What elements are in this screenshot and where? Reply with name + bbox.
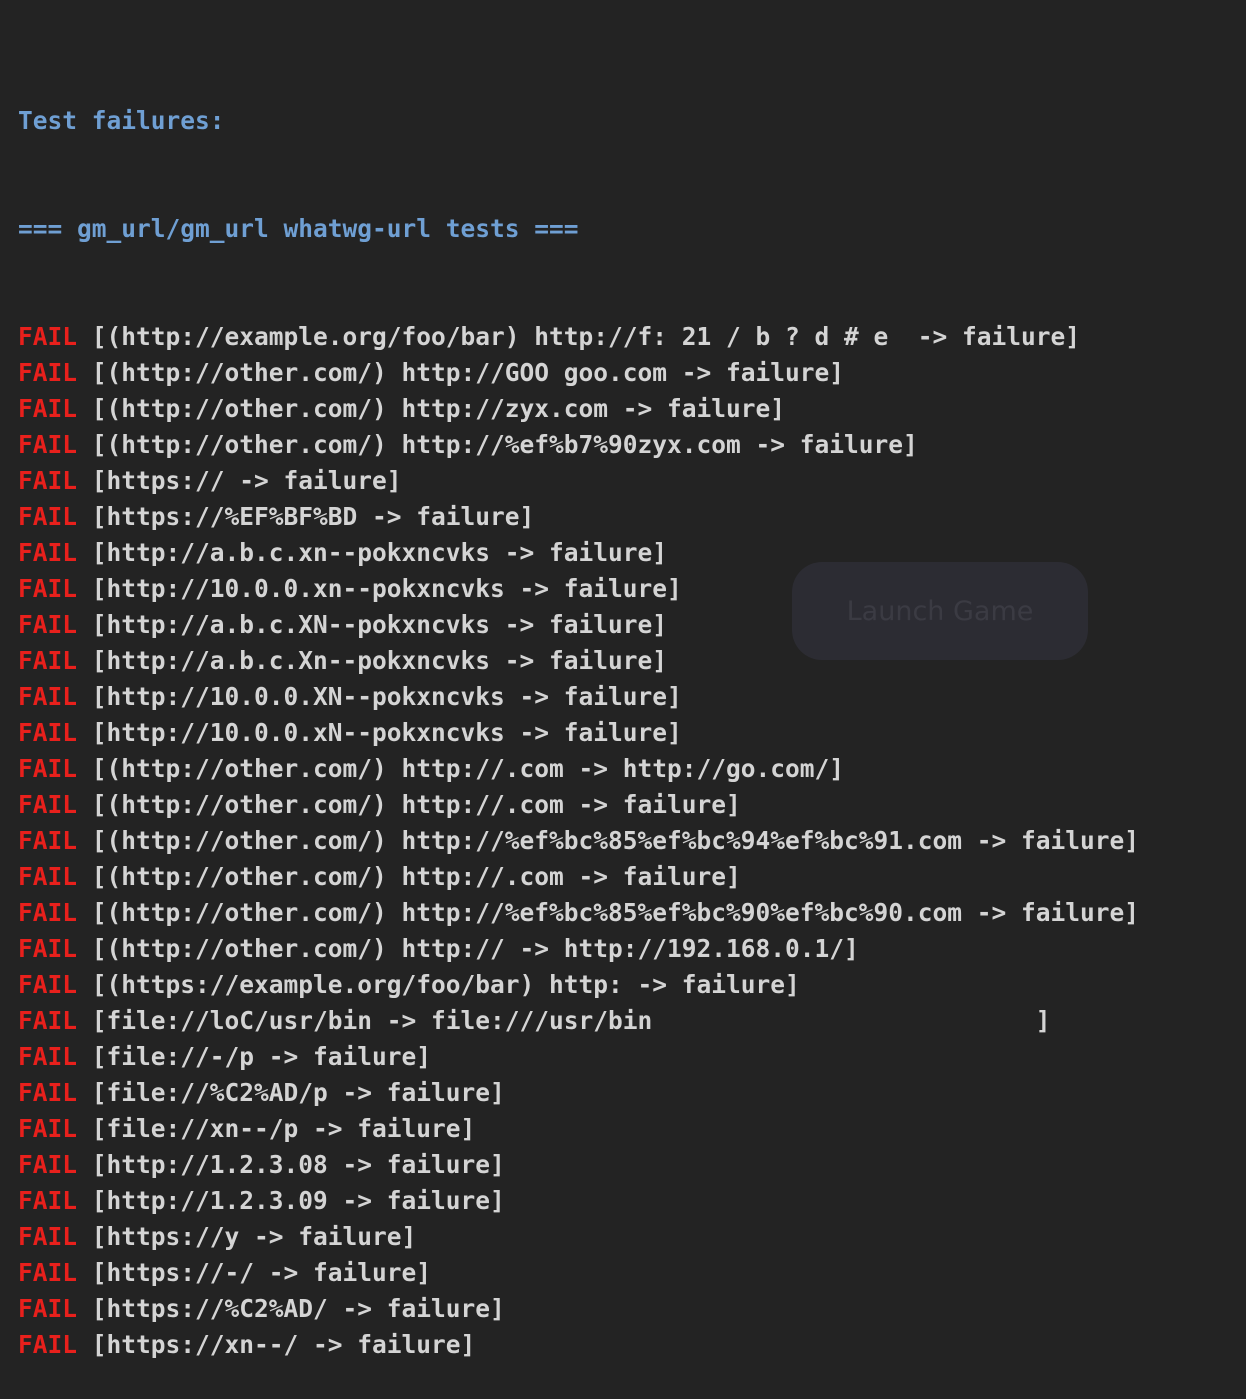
failure-message: [http://1.2.3.08 -> failure] [91, 1150, 505, 1179]
failure-message: [file://loC/usr/bin -> file:///usr/bin ] [91, 1006, 1051, 1035]
failure-list: FAIL [(http://example.org/foo/bar) http:… [18, 319, 1246, 1363]
fail-label: FAIL [18, 1006, 78, 1035]
failure-message: [http://a.b.c.XN--pokxncvks -> failure] [91, 610, 668, 639]
failure-line: FAIL [http://1.2.3.09 -> failure] [18, 1183, 1246, 1219]
failure-message: [(http://other.com/) http://%ef%bc%85%ef… [91, 898, 1140, 927]
failure-message: [https://y -> failure] [91, 1222, 417, 1251]
fail-label: FAIL [18, 538, 78, 567]
failure-line: FAIL [https://%EF%BF%BD -> failure] [18, 499, 1246, 535]
fail-label: FAIL [18, 574, 78, 603]
failure-message: [https://xn--/ -> failure] [91, 1330, 476, 1359]
failure-line: FAIL [(http://other.com/) http:// -> htt… [18, 931, 1246, 967]
failure-line: FAIL [https://%C2%AD/ -> failure] [18, 1291, 1246, 1327]
fail-label: FAIL [18, 646, 78, 675]
failure-line: FAIL [file://loC/usr/bin -> file:///usr/… [18, 1003, 1246, 1039]
fail-label: FAIL [18, 790, 78, 819]
failure-message: [(http://other.com/) http://%ef%bc%85%ef… [91, 826, 1140, 855]
fail-label: FAIL [18, 1330, 78, 1359]
failure-message: [(http://other.com/) http:// -> http://1… [91, 934, 859, 963]
fail-label: FAIL [18, 862, 78, 891]
failure-line: FAIL [(http://other.com/) http://zyx.com… [18, 391, 1246, 427]
fail-label: FAIL [18, 502, 78, 531]
fail-label: FAIL [18, 826, 78, 855]
fail-label: FAIL [18, 1186, 78, 1215]
failure-line: FAIL [http://a.b.c.Xn--pokxncvks -> fail… [18, 643, 1246, 679]
fail-label: FAIL [18, 394, 78, 423]
failure-message: [(https://example.org/foo/bar) http: -> … [91, 970, 800, 999]
terminal-output: Test failures: === gm_url/gm_url whatwg-… [18, 31, 1246, 1399]
failure-line: FAIL [https://-/ -> failure] [18, 1255, 1246, 1291]
fail-label: FAIL [18, 970, 78, 999]
fail-label: FAIL [18, 322, 78, 351]
failure-line: FAIL [file://-/p -> failure] [18, 1039, 1246, 1075]
failure-line: FAIL [https:// -> failure] [18, 463, 1246, 499]
fail-label: FAIL [18, 898, 78, 927]
fail-label: FAIL [18, 682, 78, 711]
failure-message: [file://%C2%AD/p -> failure] [91, 1078, 505, 1107]
failure-line: FAIL [http://10.0.0.xn--pokxncvks -> fai… [18, 571, 1246, 607]
failure-line: FAIL [http://a.b.c.xn--pokxncvks -> fail… [18, 535, 1246, 571]
failure-line: FAIL [https://xn--/ -> failure] [18, 1327, 1246, 1363]
fail-label: FAIL [18, 754, 78, 783]
fail-label: FAIL [18, 358, 78, 387]
failure-line: FAIL [(http://other.com/) http://%ef%bc%… [18, 823, 1246, 859]
failure-line: FAIL [http://10.0.0.XN--pokxncvks -> fai… [18, 679, 1246, 715]
fail-label: FAIL [18, 610, 78, 639]
failure-line: FAIL [http://10.0.0.xN--pokxncvks -> fai… [18, 715, 1246, 751]
failure-message: [https:// -> failure] [91, 466, 402, 495]
failure-line: FAIL [(http://other.com/) http://.com ->… [18, 787, 1246, 823]
failure-message: [(http://other.com/) http://GOO goo.com … [91, 358, 845, 387]
failure-message: [http://10.0.0.xN--pokxncvks -> failure] [91, 718, 682, 747]
failure-message: [(http://other.com/) http://.com -> fail… [91, 862, 741, 891]
failure-line: FAIL [(http://other.com/) http://.com ->… [18, 751, 1246, 787]
failure-line: FAIL [http://1.2.3.08 -> failure] [18, 1147, 1246, 1183]
fail-label: FAIL [18, 1042, 78, 1071]
failure-line: FAIL [file://xn--/p -> failure] [18, 1111, 1246, 1147]
failure-message: [https://%C2%AD/ -> failure] [91, 1294, 505, 1323]
failure-line: FAIL [(http://example.org/foo/bar) http:… [18, 319, 1246, 355]
failure-line: FAIL [http://a.b.c.XN--pokxncvks -> fail… [18, 607, 1246, 643]
failure-line: FAIL [file://%C2%AD/p -> failure] [18, 1075, 1246, 1111]
fail-label: FAIL [18, 1294, 78, 1323]
failure-message: [https://%EF%BF%BD -> failure] [91, 502, 535, 531]
failure-message: [http://10.0.0.XN--pokxncvks -> failure] [91, 682, 682, 711]
failure-message: [(http://example.org/foo/bar) http://f: … [91, 322, 1081, 351]
fail-label: FAIL [18, 1150, 78, 1179]
failure-message: [file://-/p -> failure] [91, 1042, 432, 1071]
failure-message: [(http://other.com/) http://zyx.com -> f… [91, 394, 786, 423]
failure-message: [http://a.b.c.Xn--pokxncvks -> failure] [91, 646, 668, 675]
failure-line: FAIL [(http://other.com/) http://%ef%b7%… [18, 427, 1246, 463]
failure-line: FAIL [(http://other.com/) http://.com ->… [18, 859, 1246, 895]
failure-message: [http://10.0.0.xn--pokxncvks -> failure] [91, 574, 682, 603]
failure-message: [https://-/ -> failure] [91, 1258, 432, 1287]
fail-label: FAIL [18, 466, 78, 495]
fail-label: FAIL [18, 1114, 78, 1143]
failure-line: FAIL [(http://other.com/) http://%ef%bc%… [18, 895, 1246, 931]
fail-label: FAIL [18, 718, 78, 747]
fail-label: FAIL [18, 1222, 78, 1251]
test-failures-heading: Test failures: [18, 106, 225, 135]
failure-line: FAIL [(http://other.com/) http://GOO goo… [18, 355, 1246, 391]
fail-label: FAIL [18, 1078, 78, 1107]
failure-line: FAIL [https://y -> failure] [18, 1219, 1246, 1255]
fail-label: FAIL [18, 1258, 78, 1287]
failure-line: FAIL [(https://example.org/foo/bar) http… [18, 967, 1246, 1003]
failure-message: [(http://other.com/) http://%ef%b7%90zyx… [91, 430, 918, 459]
fail-label: FAIL [18, 430, 78, 459]
failure-message: [(http://other.com/) http://.com -> http… [91, 754, 845, 783]
failure-message: [http://1.2.3.09 -> failure] [91, 1186, 505, 1215]
failure-message: [(http://other.com/) http://.com -> fail… [91, 790, 741, 819]
fail-label: FAIL [18, 934, 78, 963]
failure-message: [http://a.b.c.xn--pokxncvks -> failure] [91, 538, 668, 567]
test-suite-heading: === gm_url/gm_url whatwg-url tests === [18, 214, 579, 243]
failure-message: [file://xn--/p -> failure] [91, 1114, 476, 1143]
